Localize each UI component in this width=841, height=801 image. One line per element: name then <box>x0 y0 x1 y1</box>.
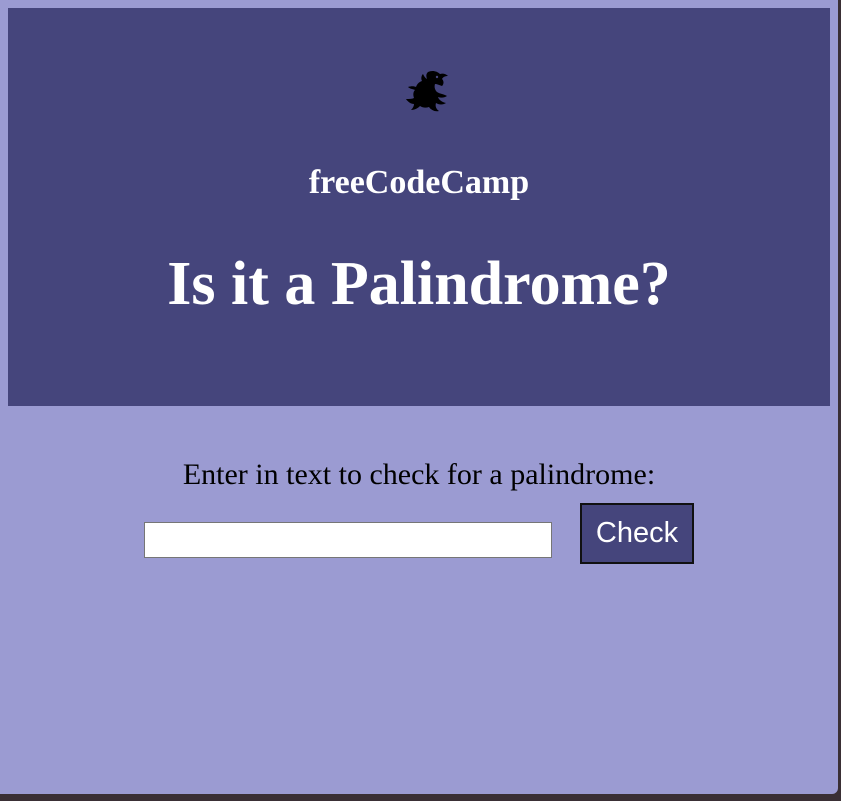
header-banner: freeCodeCamp Is it a Palindrome? <box>8 8 830 406</box>
input-label: Enter in text to check for a palindrome: <box>182 458 656 491</box>
freecodecamp-dragon-icon <box>406 70 448 112</box>
text-input[interactable] <box>144 522 552 558</box>
brand-name: freeCodeCamp <box>308 164 530 201</box>
page: freeCodeCamp Is it a Palindrome? Enter i… <box>0 0 838 794</box>
page-title: Is it a Palindrome? <box>167 250 671 318</box>
check-button[interactable]: Check <box>580 503 694 564</box>
